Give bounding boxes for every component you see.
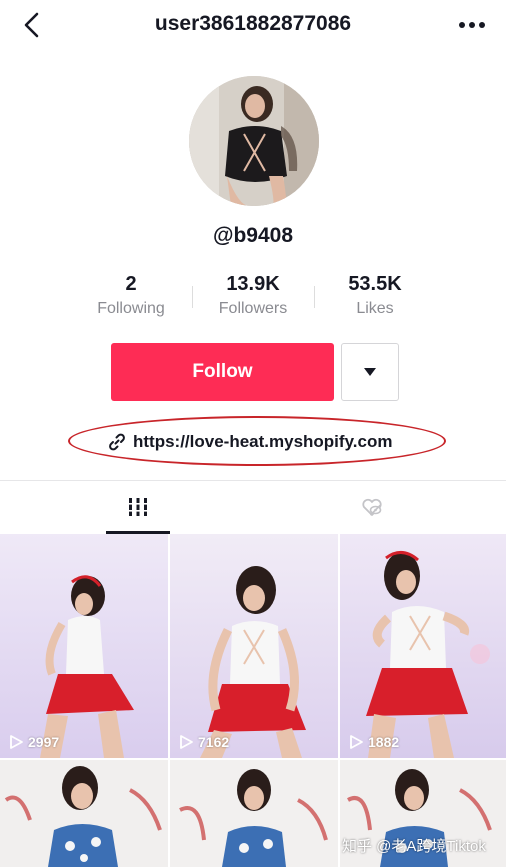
video-grid: 2997 7162 1882 <box>0 534 506 867</box>
video-thumbnail[interactable]: 1882 <box>340 534 506 758</box>
bio-link-text: https://love-heat.myshopify.com <box>133 432 393 451</box>
videos-grid-icon <box>127 498 149 516</box>
view-count-text: 7162 <box>198 734 230 750</box>
video-thumbnail[interactable]: 2997 <box>0 534 168 758</box>
view-count: 2997 <box>8 734 59 750</box>
stat-label: Likes <box>356 300 394 317</box>
play-icon <box>10 735 23 749</box>
profile-handle: @b9408 <box>212 224 294 247</box>
view-count-text: 1882 <box>368 734 400 750</box>
video-thumbnail[interactable] <box>0 760 168 867</box>
video-thumbnail[interactable] <box>170 760 338 867</box>
view-count: 1882 <box>348 734 399 750</box>
follow-button[interactable]: Follow <box>111 343 334 401</box>
play-icon <box>180 735 193 749</box>
profile-avatar[interactable] <box>189 76 319 206</box>
view-count: 7162 <box>178 734 229 750</box>
tab-videos[interactable] <box>106 481 170 534</box>
stat-likes[interactable]: 53.5K Likes <box>314 272 436 324</box>
tab-liked[interactable] <box>340 481 404 533</box>
profile-tabs <box>0 481 506 534</box>
link-icon <box>109 433 125 451</box>
play-icon <box>350 735 363 749</box>
profile-stats: 2 Following 13.9K Followers 53.5K Likes <box>70 272 436 324</box>
more-dots-icon[interactable] <box>456 12 488 38</box>
caret-down-icon <box>364 368 376 376</box>
stat-value: 13.9K <box>226 273 280 295</box>
stat-following[interactable]: 2 Following <box>70 272 192 324</box>
stat-label: Followers <box>218 300 288 317</box>
bio-link[interactable]: https://love-heat.myshopify.com <box>108 430 392 454</box>
stat-value: 2 <box>125 273 137 295</box>
video-thumbnail[interactable]: 7162 <box>170 534 338 758</box>
page-title: user3861882877086 <box>154 12 352 35</box>
view-count-text: 2997 <box>28 734 60 750</box>
liked-hidden-icon <box>362 498 382 516</box>
top-bar: user3861882877086 <box>0 0 506 50</box>
watermark: 知乎 @老A跨境Tiktok <box>342 838 486 855</box>
stat-followers[interactable]: 13.9K Followers <box>192 272 314 324</box>
stat-label: Following <box>97 300 165 317</box>
stat-value: 53.5K <box>348 273 402 295</box>
suggestions-dropdown-button[interactable] <box>341 343 399 401</box>
